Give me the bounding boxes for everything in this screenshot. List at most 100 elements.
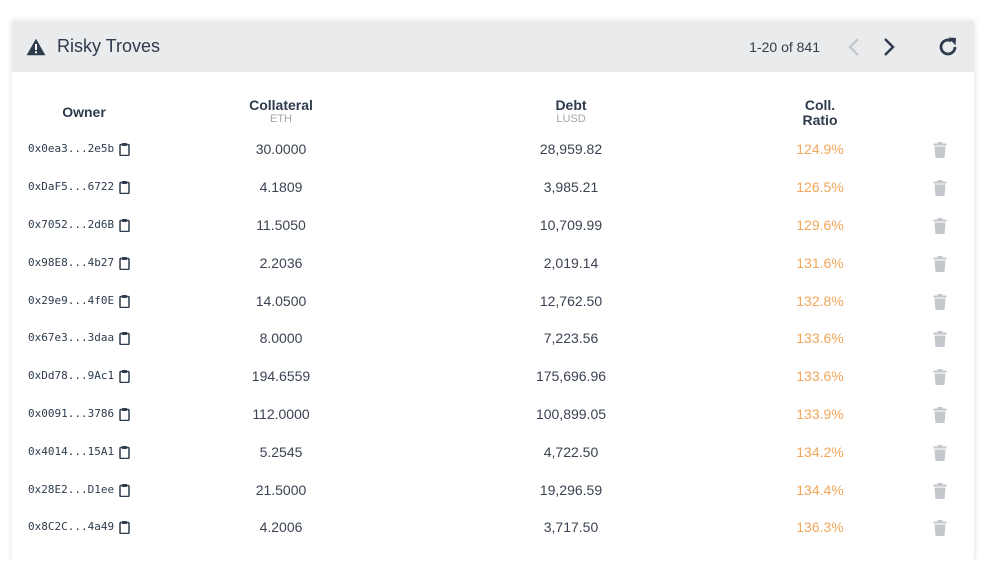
owner-cell: 0x0091...3786 bbox=[28, 404, 130, 424]
pagination: 1-20 of 841 bbox=[749, 21, 974, 72]
column-header-collateral: Collateral ETH bbox=[226, 98, 336, 126]
owner-address: 0x8C2C...4a49 bbox=[28, 520, 115, 533]
refresh-button[interactable] bbox=[934, 32, 962, 62]
debt-header-label: Debt bbox=[555, 97, 587, 113]
table-row: 0x7052...2d6B 11.5050 10,709.99 129.6% bbox=[12, 215, 974, 253]
table-row: 0x8C2C...4a49 4.2006 3,717.50 136.3% bbox=[12, 517, 974, 555]
collateral-cell: 5.2545 bbox=[259, 444, 303, 460]
clipboard-icon[interactable] bbox=[119, 369, 130, 383]
page-title: Risky Troves bbox=[57, 36, 161, 56]
table-row: 0x67e3...3daa 8.0000 7,223.56 133.6% bbox=[12, 328, 974, 366]
coll-ratio-cell: 133.6% bbox=[796, 368, 844, 384]
debt-cell: 28,959.82 bbox=[539, 141, 603, 157]
table-row: 0x4014...15A1 5.2545 4,722.50 134.2% bbox=[12, 442, 974, 480]
owner-cell: 0x0ea3...2e5b bbox=[28, 139, 130, 159]
trash-icon[interactable] bbox=[933, 407, 947, 423]
clipboard-icon[interactable] bbox=[119, 520, 130, 534]
coll-ratio-cell: 132.8% bbox=[796, 293, 844, 309]
owner-cell: 0xDd78...9Ac1 bbox=[28, 366, 130, 386]
debt-cell: 4,722.50 bbox=[543, 444, 599, 460]
owner-address: 0x4014...15A1 bbox=[28, 445, 115, 458]
table-row: 0x28E2...D1ee 21.5000 19,296.59 134.4% bbox=[12, 480, 974, 518]
collateral-cell: 21.5000 bbox=[255, 482, 307, 498]
clipboard-icon[interactable] bbox=[119, 407, 130, 421]
debt-cell: 12,762.50 bbox=[539, 293, 603, 309]
trash-icon[interactable] bbox=[933, 218, 947, 234]
collateral-cell: 8.0000 bbox=[259, 330, 303, 346]
debt-cell: 7,223.56 bbox=[543, 330, 599, 346]
owner-address: 0x98E8...4b27 bbox=[28, 256, 115, 269]
collateral-cell: 11.5050 bbox=[256, 217, 306, 233]
refresh-icon bbox=[939, 37, 957, 55]
chevron-right-icon bbox=[884, 37, 895, 56]
table-row: 0xDd78...9Ac1 194.6559 175,696.96 133.6% bbox=[12, 366, 974, 404]
trash-icon[interactable] bbox=[933, 142, 947, 158]
debt-cell: 10,709.99 bbox=[539, 217, 603, 233]
coll-ratio-cell: 134.2% bbox=[796, 444, 844, 460]
coll-ratio-cell: 131.6% bbox=[796, 255, 844, 271]
trash-icon[interactable] bbox=[933, 294, 947, 310]
coll-ratio-cell: 133.6% bbox=[796, 330, 844, 346]
next-page-button[interactable] bbox=[877, 32, 901, 62]
risky-troves-card: Risky Troves 1-20 of 841 Owner Collatera… bbox=[12, 21, 974, 561]
coll-ratio-cell: 126.5% bbox=[796, 179, 844, 195]
collateral-unit-label: ETH bbox=[270, 113, 292, 125]
trash-icon[interactable] bbox=[933, 445, 947, 461]
owner-address: 0xDaF5...6722 bbox=[28, 180, 115, 193]
ratio-header-line1: Coll. bbox=[804, 97, 836, 113]
previous-page-button[interactable] bbox=[842, 32, 866, 62]
column-header-owner: Owner bbox=[49, 105, 119, 120]
collateral-header-label: Collateral bbox=[249, 97, 313, 113]
owner-cell: 0x28E2...D1ee bbox=[28, 480, 130, 500]
collateral-cell: 30.0000 bbox=[255, 141, 307, 157]
debt-cell: 100,899.05 bbox=[535, 406, 607, 422]
owner-cell: 0x4014...15A1 bbox=[28, 442, 130, 462]
owner-cell: 0x67e3...3daa bbox=[28, 328, 130, 348]
pagination-range: 1-20 of 841 bbox=[749, 38, 820, 55]
clipboard-icon[interactable] bbox=[119, 445, 130, 459]
clipboard-icon[interactable] bbox=[119, 483, 130, 497]
table-row: 0xDaF5...6722 4.1809 3,985.21 126.5% bbox=[12, 177, 974, 215]
debt-cell: 19,296.59 bbox=[539, 482, 603, 498]
table-row: 0x0091...3786 112.0000 100,899.05 133.9% bbox=[12, 404, 974, 442]
debt-unit-label: LUSD bbox=[556, 113, 586, 125]
coll-ratio-cell: 136.3% bbox=[796, 519, 844, 535]
ratio-header-line2: Ratio bbox=[802, 112, 838, 128]
owner-cell: 0xDaF5...6722 bbox=[28, 177, 130, 197]
collateral-cell: 4.2006 bbox=[259, 519, 303, 535]
collateral-cell: 112.0000 bbox=[252, 406, 310, 422]
warning-icon bbox=[26, 38, 46, 56]
trash-icon[interactable] bbox=[933, 256, 947, 272]
column-header-coll-ratio: Coll. Ratio bbox=[770, 98, 870, 128]
clipboard-icon[interactable] bbox=[119, 331, 130, 345]
trash-icon[interactable] bbox=[933, 331, 947, 347]
table-row: 0x98E8...4b27 2.2036 2,019.14 131.6% bbox=[12, 253, 974, 291]
clipboard-icon[interactable] bbox=[119, 294, 130, 308]
clipboard-icon[interactable] bbox=[119, 180, 130, 194]
coll-ratio-cell: 124.9% bbox=[796, 141, 844, 157]
collateral-cell: 14.0500 bbox=[255, 293, 307, 309]
chevron-left-icon bbox=[848, 37, 859, 56]
trash-icon[interactable] bbox=[933, 369, 947, 385]
clipboard-icon[interactable] bbox=[119, 142, 130, 156]
owner-address: 0x0ea3...2e5b bbox=[28, 142, 115, 155]
owner-address: 0xDd78...9Ac1 bbox=[28, 369, 115, 382]
card-header: Risky Troves 1-20 of 841 bbox=[12, 21, 974, 72]
trash-icon[interactable] bbox=[933, 180, 947, 196]
owner-cell: 0x7052...2d6B bbox=[28, 215, 130, 235]
clipboard-icon[interactable] bbox=[119, 256, 130, 270]
table-row: 0x0ea3...2e5b 30.0000 28,959.82 124.9% bbox=[12, 139, 974, 177]
owner-address: 0x0091...3786 bbox=[28, 407, 115, 420]
debt-cell: 3,717.50 bbox=[543, 519, 599, 535]
clipboard-icon[interactable] bbox=[119, 218, 130, 232]
owner-cell: 0x98E8...4b27 bbox=[28, 253, 130, 273]
trash-icon[interactable] bbox=[933, 483, 947, 499]
owner-address: 0x67e3...3daa bbox=[28, 331, 115, 344]
collateral-cell: 4.1809 bbox=[259, 179, 303, 195]
owner-address: 0x7052...2d6B bbox=[28, 218, 115, 231]
owner-header-label: Owner bbox=[62, 104, 106, 120]
trash-icon[interactable] bbox=[933, 520, 947, 536]
coll-ratio-cell: 129.6% bbox=[796, 217, 844, 233]
owner-cell: 0x8C2C...4a49 bbox=[28, 517, 130, 537]
collateral-cell: 2.2036 bbox=[259, 255, 303, 271]
